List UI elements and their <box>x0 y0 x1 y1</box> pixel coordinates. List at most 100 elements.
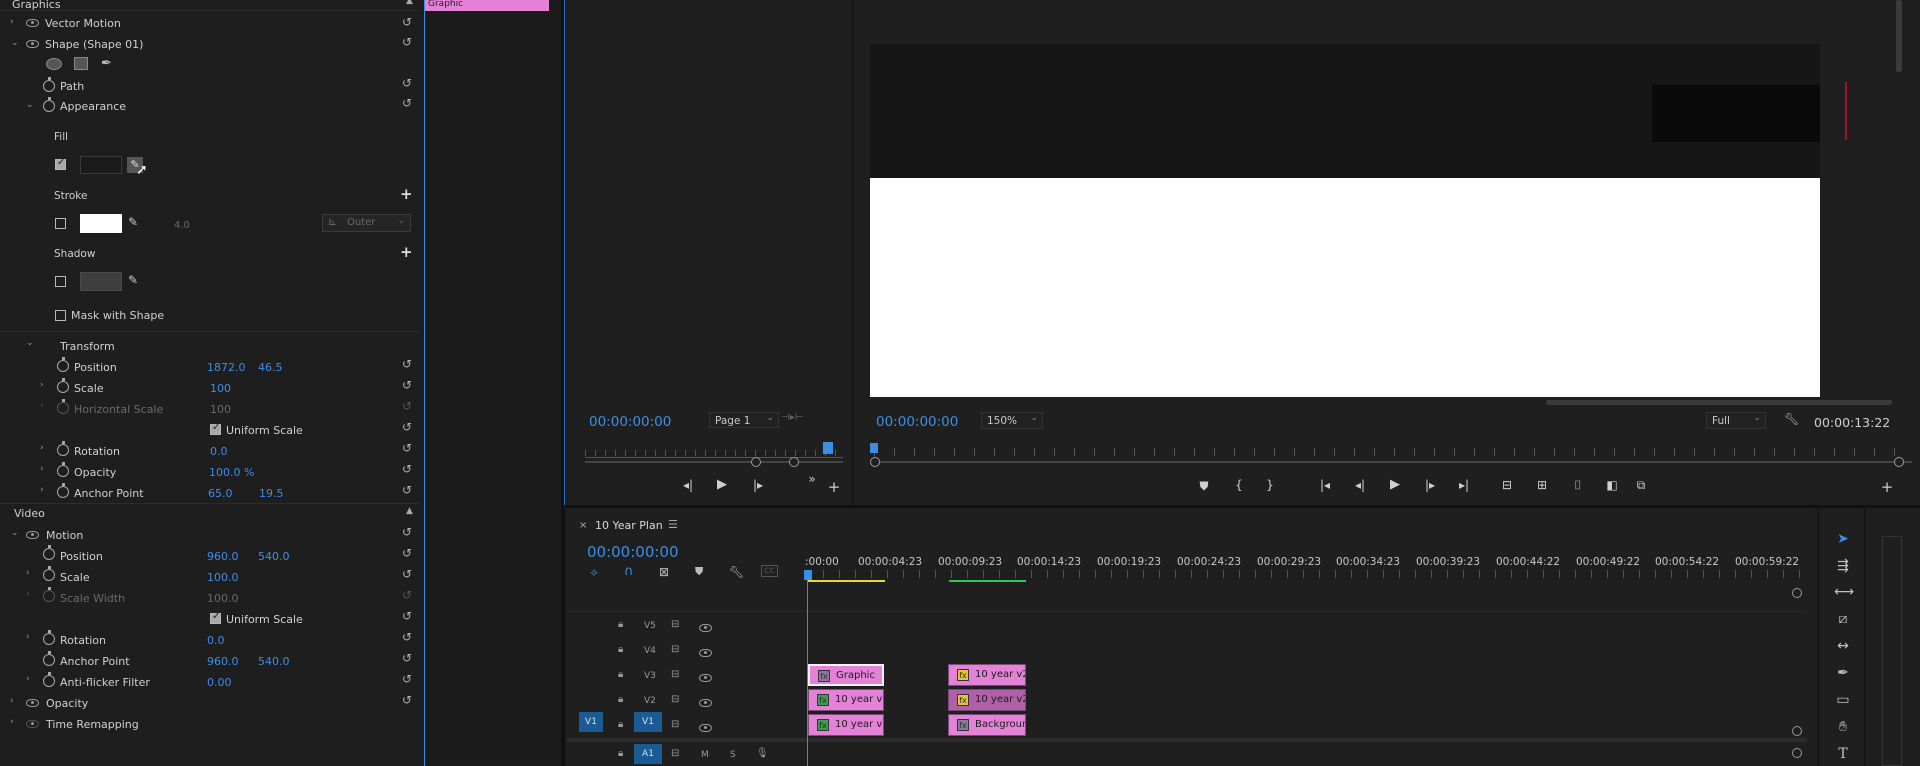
eyedropper-icon[interactable]: ✎ <box>128 215 138 229</box>
expand-chevron-icon[interactable]: › <box>40 464 44 474</box>
rectangle-mask-icon[interactable] <box>74 57 88 70</box>
go-to-in-icon[interactable]: |◂ <box>1317 478 1333 492</box>
clip-10-year-v2-a[interactable]: fx 10 year v2. <box>808 689 884 711</box>
stopwatch-icon[interactable] <box>43 651 55 666</box>
stopwatch-icon[interactable] <box>57 441 69 456</box>
source-time-ruler[interactable] <box>585 444 843 458</box>
reset-icon[interactable]: ↺ <box>402 526 415 538</box>
track-select-tool-icon[interactable]: ⇶ <box>1834 557 1852 575</box>
marker-icon[interactable]: ⛊ <box>695 565 703 579</box>
track-visibility-eye-icon[interactable] <box>699 649 712 657</box>
reset-icon[interactable]: ↺ <box>402 421 415 433</box>
reset-icon[interactable]: ↺ <box>402 36 415 48</box>
clip-10-year-v2-b[interactable]: fx 10 year v2 c <box>948 689 1026 711</box>
shadow-color-swatch[interactable] <box>80 272 122 291</box>
reset-icon[interactable]: ↺ <box>402 694 415 706</box>
type-tool-icon[interactable]: T <box>1834 745 1852 763</box>
audio-zoom-handle[interactable] <box>1792 748 1802 758</box>
expand-chevron-icon[interactable]: › <box>10 17 14 27</box>
track-lock-icon[interactable]: 🔒︎ <box>618 694 623 705</box>
eyedropper-icon[interactable]: ✎ <box>128 273 138 287</box>
expand-chevron-icon[interactable]: › <box>26 674 30 684</box>
stopwatch-icon[interactable] <box>43 630 55 645</box>
collapse-chevron-icon[interactable]: ⌄ <box>11 38 19 48</box>
program-timecode[interactable]: 00:00:00:00 <box>876 414 958 430</box>
reset-icon[interactable]: ↺ <box>402 568 415 580</box>
transform-rotation-value[interactable]: 0.0 <box>210 445 228 458</box>
visibility-eye-icon[interactable] <box>26 531 39 539</box>
zoom-bar[interactable] <box>585 461 843 463</box>
page-next-icon[interactable]: ⊢ <box>795 412 804 423</box>
reset-icon[interactable]: ↺ <box>402 16 415 28</box>
transform-position-x[interactable]: 1872.0 <box>207 361 246 374</box>
fill-color-swatch[interactable] <box>80 156 122 174</box>
timeline-playhead[interactable] <box>807 580 808 766</box>
reset-icon[interactable]: ↺ <box>402 379 415 391</box>
step-back-icon[interactable]: ◂| <box>1352 478 1368 492</box>
close-icon[interactable]: × <box>579 520 587 531</box>
rectangle-tool-icon[interactable]: ▭ <box>1834 691 1852 709</box>
multicam-icon[interactable]: ⧉ <box>1633 478 1649 493</box>
selection-tool-icon[interactable]: ➤ <box>1834 530 1852 548</box>
add-button-icon[interactable]: + <box>826 478 842 496</box>
stopwatch-icon[interactable] <box>43 97 55 112</box>
stroke-width-value[interactable]: 4.0 <box>174 220 190 231</box>
track-lock-icon[interactable]: 🔒︎ <box>618 719 623 730</box>
stroke-checkbox[interactable] <box>55 218 66 229</box>
comparison-view-icon[interactable]: ◧ <box>1604 478 1620 492</box>
transform-position-y[interactable]: 46.5 <box>258 361 283 374</box>
effect-controls-playhead[interactable] <box>424 0 425 766</box>
reset-icon[interactable]: ↺ <box>402 547 415 559</box>
reset-icon[interactable]: ↺ <box>402 77 415 89</box>
captions-icon[interactable]: cc <box>761 565 778 577</box>
track-lock-icon[interactable]: 🔒︎ <box>618 644 623 655</box>
snap-icon[interactable]: ⟡ <box>590 565 598 580</box>
voiceover-mic-icon[interactable]: 🎙︎ <box>756 748 769 759</box>
reset-icon[interactable]: ↺ <box>402 358 415 370</box>
expand-chevron-icon[interactable]: › <box>10 696 14 706</box>
transform-uniform-scale-checkbox[interactable] <box>210 422 221 435</box>
mask-with-shape-checkbox[interactable] <box>55 310 66 321</box>
mini-graphic-clip[interactable]: Graphic <box>425 0 549 11</box>
lift-icon[interactable]: ⊟ <box>1499 478 1515 492</box>
sequence-tab[interactable]: 10 Year Plan <box>595 519 663 532</box>
reset-icon[interactable]: ↺ <box>402 484 415 496</box>
source-timecode[interactable]: 00:00:00:00 <box>589 414 671 430</box>
hand-tool-icon[interactable]: ✋︎ <box>1834 718 1852 736</box>
ripple-edit-tool-icon[interactable]: ⟷ <box>1834 583 1854 601</box>
slip-tool-icon[interactable]: ↔ <box>1834 637 1852 655</box>
linked-selection-icon[interactable]: ∩ <box>624 564 634 579</box>
razor-tool-icon[interactable]: ⧄ <box>1834 610 1852 628</box>
zoom-handle-right[interactable] <box>789 457 799 467</box>
solo-button[interactable]: S <box>730 750 736 760</box>
visibility-eye-icon[interactable] <box>26 699 39 707</box>
motion-anti-flicker-value[interactable]: 0.00 <box>207 676 232 689</box>
add-shadow-icon[interactable]: + <box>400 243 413 261</box>
page-nav-icon[interactable]: ⊣▸ <box>781 412 795 423</box>
transform-anchor-y[interactable]: 19.5 <box>259 487 284 500</box>
expand-chevron-icon[interactable]: › <box>40 485 44 495</box>
stopwatch-icon[interactable] <box>43 77 55 92</box>
stopwatch-icon[interactable] <box>43 566 55 581</box>
track-target-a1[interactable]: A1 <box>634 744 662 764</box>
play-icon[interactable]: ▶ <box>714 477 730 492</box>
panel-menu-icon[interactable]: ☰ <box>668 518 678 531</box>
reset-icon[interactable]: ↺ <box>402 652 415 664</box>
stopwatch-icon[interactable] <box>57 462 69 477</box>
stopwatch-icon[interactable] <box>57 378 69 393</box>
motion-anchor-x[interactable]: 960.0 <box>207 655 239 668</box>
transform-opacity-value[interactable]: 100.0 % <box>209 466 254 479</box>
expand-chevron-icon[interactable]: › <box>40 443 44 453</box>
zoom-handle-left[interactable] <box>751 457 761 467</box>
timeline-timecode[interactable]: 00:00:00:00 <box>587 543 679 561</box>
sync-lock-icon[interactable]: ⊟ <box>671 748 679 759</box>
vertical-zoom-handle-top[interactable] <box>1792 588 1802 598</box>
stroke-color-swatch[interactable] <box>80 214 122 233</box>
reset-icon[interactable]: ↺ <box>402 673 415 685</box>
more-controls-icon[interactable]: » <box>804 472 820 486</box>
reset-icon[interactable]: ↺ <box>402 97 415 109</box>
expand-chevron-icon[interactable]: › <box>26 632 30 642</box>
motion-anchor-y[interactable]: 540.0 <box>258 655 290 668</box>
step-back-icon[interactable]: ◂| <box>680 478 696 492</box>
sync-lock-icon[interactable]: ⊟ <box>671 719 679 730</box>
